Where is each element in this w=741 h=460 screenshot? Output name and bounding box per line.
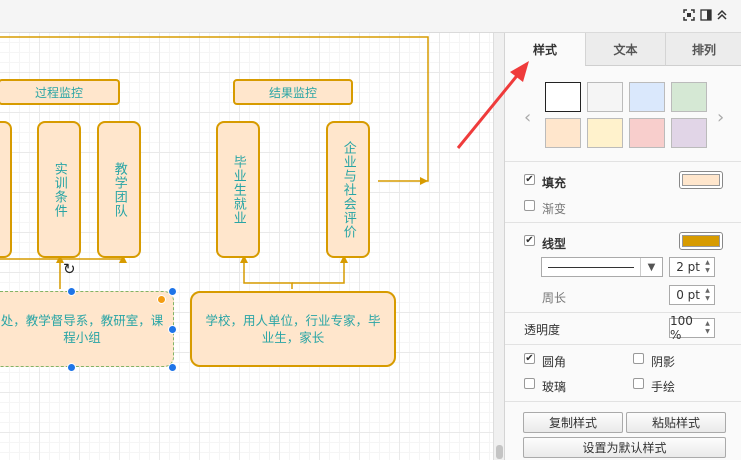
selection-handle-bottom-right[interactable]	[168, 363, 177, 372]
scrollbar-thumb[interactable]	[496, 445, 503, 459]
process-monitor-label[interactable]: 过程监控	[0, 79, 120, 105]
diagram-canvas[interactable]: 过程监控 结果监控 实训条件 教学团队 毕业生就业 企业与社会评价 ↻ 处，教学…	[0, 33, 493, 460]
fullscreen-icon[interactable]	[682, 8, 696, 22]
vertical-scrollbar[interactable]	[493, 33, 504, 460]
chevron-right-icon[interactable]: ›	[717, 109, 724, 127]
divider	[505, 401, 741, 402]
line-checkbox[interactable]: ✔	[524, 235, 535, 246]
sketch-checkbox[interactable]	[633, 378, 644, 389]
swatch-blue[interactable]	[629, 82, 665, 112]
line-color-button[interactable]	[679, 232, 723, 250]
shadow-label: 阴影	[651, 355, 676, 369]
gradient-checkbox[interactable]	[524, 200, 535, 211]
rounded-checkbox[interactable]: ✔	[524, 353, 535, 364]
glass-checkbox[interactable]	[524, 378, 535, 389]
panel-toggle-icon[interactable]	[699, 8, 713, 22]
tab-style[interactable]: 样式	[505, 33, 585, 66]
divider	[505, 161, 741, 162]
top-toolbar	[0, 0, 741, 33]
line-style-select[interactable]: ▼	[541, 257, 663, 277]
fill-checkbox[interactable]: ✔	[524, 174, 535, 185]
left-bottom-box[interactable]: 处，教学督导系，教研室，课程小组	[0, 291, 174, 367]
app-window: 过程监控 结果监控 实训条件 教学团队 毕业生就业 企业与社会评价 ↻ 处，教学…	[0, 0, 741, 460]
rotate-icon[interactable]: ↻	[63, 262, 76, 277]
swatch-yellow[interactable]	[587, 118, 623, 148]
swatch-green[interactable]	[671, 82, 707, 112]
tab-text[interactable]: 文本	[585, 33, 665, 66]
swatch-white[interactable]	[545, 82, 581, 112]
swatch-red[interactable]	[629, 118, 665, 148]
swatch-gray[interactable]	[587, 82, 623, 112]
corner-radius-handle[interactable]	[157, 295, 166, 304]
selection-handle-right[interactable]	[168, 325, 177, 334]
copy-style-button[interactable]: 复制样式	[523, 412, 623, 433]
partial-column-box[interactable]	[0, 121, 12, 258]
fill-color-button[interactable]	[679, 171, 723, 189]
format-panel: 样式 文本 排列 ‹ › ✔ 填充 渐变 ✔ 线型 ▼ 2 pt ▲ ▼ 周长 …	[504, 33, 741, 460]
selection-handle-bottom[interactable]	[67, 363, 76, 372]
line-width-input[interactable]: 2 pt ▲ ▼	[669, 257, 715, 277]
training-conditions-box[interactable]: 实训条件	[37, 121, 81, 258]
selection-handle-top[interactable]	[67, 287, 76, 296]
opacity-input[interactable]: 100 % ▲ ▼	[669, 314, 715, 342]
swatch-orange[interactable]	[545, 118, 581, 148]
panel-tabs: 样式 文本 排列	[505, 33, 741, 66]
result-monitor-label[interactable]: 结果监控	[233, 79, 353, 105]
gradient-label: 渐变	[542, 202, 567, 216]
sketch-label: 手绘	[651, 380, 676, 394]
chevron-left-icon[interactable]: ‹	[524, 109, 531, 127]
spinner-icon[interactable]: ▲ ▼	[703, 259, 712, 275]
line-label: 线型	[542, 237, 567, 251]
chevron-up-double-icon[interactable]	[715, 8, 729, 22]
divider	[505, 312, 741, 313]
spinner-icon[interactable]: ▲ ▼	[703, 287, 712, 303]
right-bottom-box[interactable]: 学校，用人单位，行业专家，毕业生，家长	[190, 291, 396, 367]
divider	[505, 222, 741, 223]
graduate-employment-box[interactable]: 毕业生就业	[216, 121, 260, 258]
opacity-label: 透明度	[524, 323, 561, 337]
selection-handle-top-right[interactable]	[168, 287, 177, 296]
shadow-checkbox[interactable]	[633, 353, 644, 364]
chevron-down-icon: ▼	[640, 258, 662, 276]
divider	[505, 344, 741, 345]
enterprise-evaluation-box[interactable]: 企业与社会评价	[326, 121, 370, 258]
tab-arrange[interactable]: 排列	[665, 33, 741, 66]
teaching-team-box[interactable]: 教学团队	[97, 121, 141, 258]
spinner-icon[interactable]: ▲ ▼	[703, 320, 712, 336]
fill-label: 填充	[542, 176, 567, 190]
set-default-style-button[interactable]: 设置为默认样式	[523, 437, 726, 458]
perimeter-label: 周长	[542, 291, 567, 305]
glass-label: 玻璃	[542, 380, 567, 394]
perimeter-input[interactable]: 0 pt ▲ ▼	[669, 285, 715, 305]
rounded-label: 圆角	[542, 355, 567, 369]
paste-style-button[interactable]: 粘贴样式	[626, 412, 726, 433]
swatch-purple[interactable]	[671, 118, 707, 148]
